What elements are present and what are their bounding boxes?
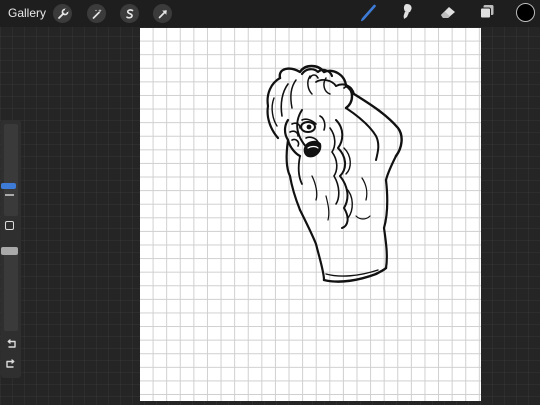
brush-size-slider[interactable] bbox=[4, 124, 18, 216]
eraser-icon bbox=[438, 2, 458, 27]
smudge-icon bbox=[397, 2, 417, 27]
magic-wand-icon bbox=[91, 8, 103, 20]
wrench-icon bbox=[57, 8, 69, 20]
transform-arrow-icon bbox=[157, 8, 169, 20]
selection-icon bbox=[124, 8, 136, 20]
selection-button[interactable] bbox=[120, 4, 139, 23]
top-toolbar: Gallery bbox=[0, 0, 540, 27]
redo-button[interactable] bbox=[3, 358, 19, 372]
color-picker-button[interactable] bbox=[516, 3, 535, 22]
undo-icon bbox=[5, 336, 17, 354]
brush-icon bbox=[359, 2, 379, 27]
layers-button[interactable] bbox=[476, 3, 498, 25]
brush-size-slider-thumb[interactable] bbox=[1, 183, 16, 189]
eraser-tool-button[interactable] bbox=[437, 3, 459, 25]
smudge-tool-button[interactable] bbox=[396, 3, 418, 25]
opacity-slider-thumb[interactable] bbox=[1, 247, 18, 255]
transform-button[interactable] bbox=[153, 4, 172, 23]
opacity-slider[interactable] bbox=[4, 253, 18, 331]
modify-button[interactable] bbox=[5, 221, 14, 230]
gallery-button[interactable]: Gallery bbox=[8, 6, 46, 20]
drawing-canvas[interactable] bbox=[140, 28, 481, 401]
adjustments-button[interactable] bbox=[87, 4, 106, 23]
actions-button[interactable] bbox=[53, 4, 72, 23]
undo-button[interactable] bbox=[3, 338, 19, 352]
redo-icon bbox=[5, 356, 17, 374]
sketch-artwork bbox=[266, 64, 403, 283]
brush-tool-button[interactable] bbox=[358, 3, 380, 25]
brush-size-indicator bbox=[5, 194, 14, 196]
layers-icon bbox=[477, 2, 497, 27]
